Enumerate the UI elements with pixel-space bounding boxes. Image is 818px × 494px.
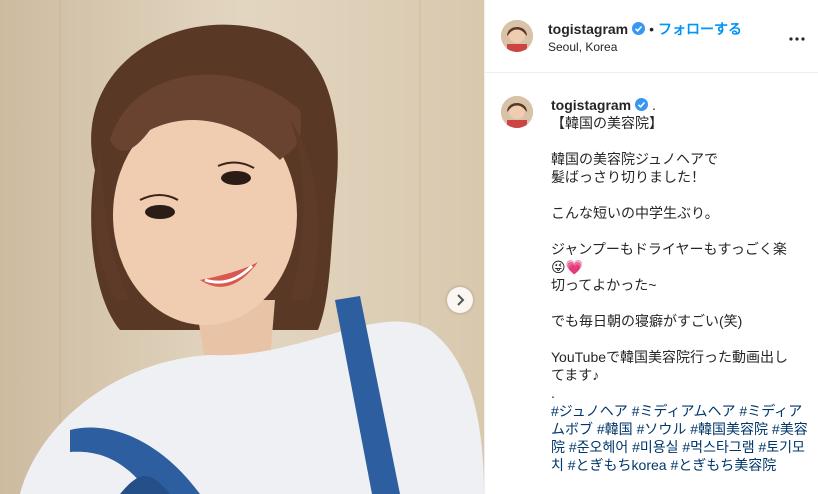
- caption-line: てます♪: [551, 367, 600, 383]
- post-photo[interactable]: [0, 0, 484, 494]
- caption-header: togistagram .: [551, 96, 813, 114]
- separator-dot: •: [649, 21, 655, 37]
- location-link[interactable]: Seoul, Korea: [548, 40, 617, 54]
- verified-badge-icon: [635, 98, 649, 111]
- caption-trailing: .: [652, 97, 656, 113]
- caption-avatar[interactable]: [501, 96, 533, 128]
- caption-line: でも毎日朝の寝癖がすごい(笑): [551, 313, 743, 329]
- verified-badge-icon: [632, 22, 646, 35]
- avatar[interactable]: [501, 20, 533, 52]
- photo-illustration: [0, 0, 484, 494]
- caption: togistagram . 【韓国の美容院】 韓国の美容院ジュノヘアで 髪ばっさ…: [551, 96, 813, 474]
- post-header: togistagram • フォローする Seoul, Korea: [485, 0, 818, 73]
- more-options-icon: [789, 37, 805, 41]
- follow-button[interactable]: フォローする: [658, 21, 742, 37]
- caption-line: 切ってよかった~: [551, 277, 657, 293]
- caption-line: .: [551, 385, 555, 401]
- chevron-right-icon: [457, 294, 465, 306]
- caption-title: 【韓国の美容院】: [551, 115, 663, 131]
- more-options-button[interactable]: [789, 28, 805, 46]
- avatar-image: [501, 96, 533, 128]
- caption-line: ジャンプーもドライヤーもすっごく楽: [551, 241, 787, 257]
- caption-line: 髪ばっさり切りました！: [551, 169, 705, 185]
- hashtags[interactable]: #ジュノヘア #ミディアムヘア #ミディアムボブ #韓国 #ソウル #韓国美容院…: [551, 402, 813, 474]
- caption-line: こんな短いの中学生ぶり。: [551, 205, 719, 221]
- next-photo-button[interactable]: [447, 287, 473, 313]
- header-title-row: togistagram • フォローする: [548, 19, 742, 39]
- post-sidebar: togistagram • フォローする Seoul, Korea togistag…: [484, 0, 818, 494]
- post-dialog: togistagram • フォローする Seoul, Korea togistag…: [0, 0, 818, 494]
- caption-emoji: 😜💗: [551, 259, 584, 275]
- caption-line: 韓国の美容院ジュノヘアで: [551, 151, 719, 167]
- caption-line: YouTubeで韓国美容院行った動画出し: [551, 349, 789, 365]
- avatar-image: [501, 20, 533, 52]
- caption-username[interactable]: togistagram: [551, 97, 631, 113]
- username-link[interactable]: togistagram: [548, 21, 628, 37]
